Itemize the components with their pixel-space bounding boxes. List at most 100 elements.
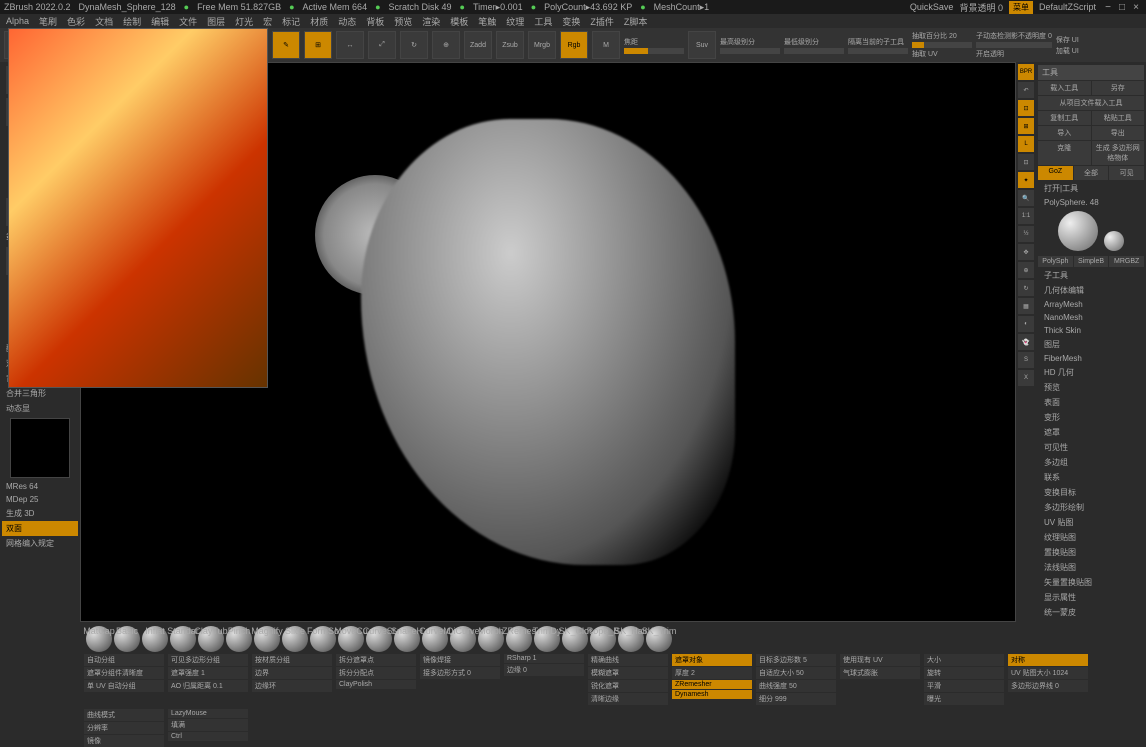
menu-item[interactable]: 动态 (338, 15, 356, 28)
material-ball[interactable]: MoveCu (338, 626, 364, 652)
reference-image[interactable] (8, 28, 268, 388)
accordion-item[interactable]: 显示属性 (1038, 590, 1144, 605)
local-icon[interactable]: L (1018, 136, 1034, 152)
material-ball[interactable]: TrimDy (534, 626, 560, 652)
tool-thumb[interactable] (1058, 211, 1098, 251)
tool-thumb[interactable] (1104, 231, 1124, 251)
ghost-icon[interactable]: 👻 (1018, 334, 1034, 350)
suv-btn[interactable]: Suv (688, 31, 716, 59)
move-icon[interactable]: ↔ (336, 31, 364, 59)
close-icon[interactable]: × (1130, 1, 1142, 13)
accordion-item[interactable]: NanoMesh (1038, 311, 1144, 324)
menu-item[interactable]: 背板 (366, 15, 384, 28)
transp-icon[interactable]: ◐ (1018, 316, 1034, 332)
menu-item[interactable]: 文档 (95, 15, 113, 28)
menu-item[interactable]: 变换 (562, 15, 580, 28)
accordion-item[interactable]: HD 几何 (1038, 365, 1144, 380)
accordion-item[interactable]: 图层 (1038, 337, 1144, 352)
accordion-item[interactable]: 法线贴图 (1038, 560, 1144, 575)
material-ball[interactable]: MatCap (86, 626, 112, 652)
menu-item[interactable]: 图层 (207, 15, 225, 28)
undo-icon[interactable]: ↶ (1018, 82, 1034, 98)
material-ball[interactable]: ClayTub (198, 626, 224, 652)
material-ball[interactable]: Pinch (226, 626, 252, 652)
floor-icon[interactable]: ⊞ (1018, 118, 1034, 134)
accordion-item[interactable]: 子工具 (1038, 268, 1144, 283)
menu-item[interactable]: Alpha (6, 16, 29, 26)
material-ball[interactable]: Basic (114, 626, 140, 652)
accordion-item[interactable]: 初始化 (1038, 620, 1144, 622)
menu-item[interactable]: 纹理 (506, 15, 524, 28)
menu-item[interactable]: 工具 (534, 15, 552, 28)
actual-icon[interactable]: 1:1 (1018, 208, 1034, 224)
quicksave-btn[interactable]: QuickSave (910, 2, 954, 12)
accordion-item[interactable]: 纹理贴图 (1038, 530, 1144, 545)
accordion-item[interactable]: Thick Skin (1038, 324, 1144, 337)
accordion-item[interactable]: 遮罩 (1038, 425, 1144, 440)
menu-item[interactable]: 绘制 (123, 15, 141, 28)
zoom-icon[interactable]: 🔍 (1018, 190, 1034, 206)
material-ball[interactable]: ZRemes (506, 626, 532, 652)
menu-item[interactable]: 渲染 (422, 15, 440, 28)
material-ball[interactable]: Rope_B (590, 626, 616, 652)
accordion-item[interactable]: 几何体编辑 (1038, 283, 1144, 298)
accordion-item[interactable]: 多边组 (1038, 455, 1144, 470)
zsub-btn[interactable]: Zsub (496, 31, 524, 59)
menu-item[interactable]: 标记 (282, 15, 300, 28)
material-ball[interactable]: FormSo (310, 626, 336, 652)
menu-item[interactable]: 灯光 (235, 15, 253, 28)
menu-item[interactable]: Z脚本 (624, 15, 648, 28)
material-ball[interactable]: SnakeH (394, 626, 420, 652)
xyz-icon[interactable]: ✦ (1018, 172, 1034, 188)
accordion-item[interactable]: 变形 (1038, 410, 1144, 425)
gizmo-icon[interactable]: ⊕ (432, 31, 460, 59)
alpha-swatch[interactable] (10, 418, 70, 478)
material-ball[interactable]: SK_Trim (646, 626, 672, 652)
frame-icon[interactable]: ⊡ (1018, 154, 1034, 170)
bpr-icon[interactable]: BPR (1018, 64, 1034, 80)
rot-icon[interactable]: ↻ (1018, 280, 1034, 296)
material-ball[interactable]: QiCurve (450, 626, 476, 652)
menu-item[interactable]: 预览 (394, 15, 412, 28)
scale-icon[interactable]: ⤢ (368, 31, 396, 59)
accordion-item[interactable]: 联系 (1038, 470, 1144, 485)
accordion-item[interactable]: 表面 (1038, 395, 1144, 410)
material-ball[interactable]: Magnify (254, 626, 280, 652)
accordion-item[interactable]: 统一蒙皮 (1038, 605, 1144, 620)
menu-item[interactable]: 编辑 (151, 15, 169, 28)
rgb-btn[interactable]: Rgb (560, 31, 588, 59)
max-icon[interactable]: □ (1116, 1, 1128, 13)
menu-item[interactable]: 材质 (310, 15, 328, 28)
edit-mode-icon[interactable]: ✎ (272, 31, 300, 59)
material-ball[interactable]: Morph (478, 626, 504, 652)
accordion-item[interactable]: FiberMesh (1038, 352, 1144, 365)
material-ball[interactable]: CurveSt (366, 626, 392, 652)
mrgb-btn[interactable]: Mrgb (528, 31, 556, 59)
accordion-item[interactable]: 可见性 (1038, 440, 1144, 455)
zadd-btn[interactable]: Zadd (464, 31, 492, 59)
material-ball[interactable]: SK_Clot (562, 626, 588, 652)
accordion-item[interactable]: 多边形绘制 (1038, 500, 1144, 515)
m-btn[interactable]: M (592, 31, 620, 59)
xpose-icon[interactable]: X (1018, 370, 1034, 386)
min-icon[interactable]: − (1102, 1, 1114, 13)
accordion-item[interactable]: ArrayMesh (1038, 298, 1144, 311)
menu-item[interactable]: 笔刷 (39, 15, 57, 28)
material-ball[interactable]: SK_Hair (618, 626, 644, 652)
menu-item[interactable]: 宏 (263, 15, 272, 28)
accordion-item[interactable]: 矢量置换贴图 (1038, 575, 1144, 590)
menu-item[interactable]: 色彩 (67, 15, 85, 28)
accordion-item[interactable]: 变换目标 (1038, 485, 1144, 500)
material-ball[interactable]: Inflat (142, 626, 168, 652)
persp-icon[interactable]: ⊡ (1018, 100, 1034, 116)
zoom2-icon[interactable]: ⊕ (1018, 262, 1034, 278)
material-ball[interactable]: Standar (170, 626, 196, 652)
aahalf-icon[interactable]: ½ (1018, 226, 1034, 242)
menu-item[interactable]: 文件 (179, 15, 197, 28)
menu-item[interactable]: Z插件 (590, 15, 614, 28)
accordion-item[interactable]: 预览 (1038, 380, 1144, 395)
accordion-item[interactable]: UV 贴图 (1038, 515, 1144, 530)
menu-item[interactable]: 笔触 (478, 15, 496, 28)
move-icon[interactable]: ✥ (1018, 244, 1034, 260)
material-ball[interactable]: CurveM (422, 626, 448, 652)
